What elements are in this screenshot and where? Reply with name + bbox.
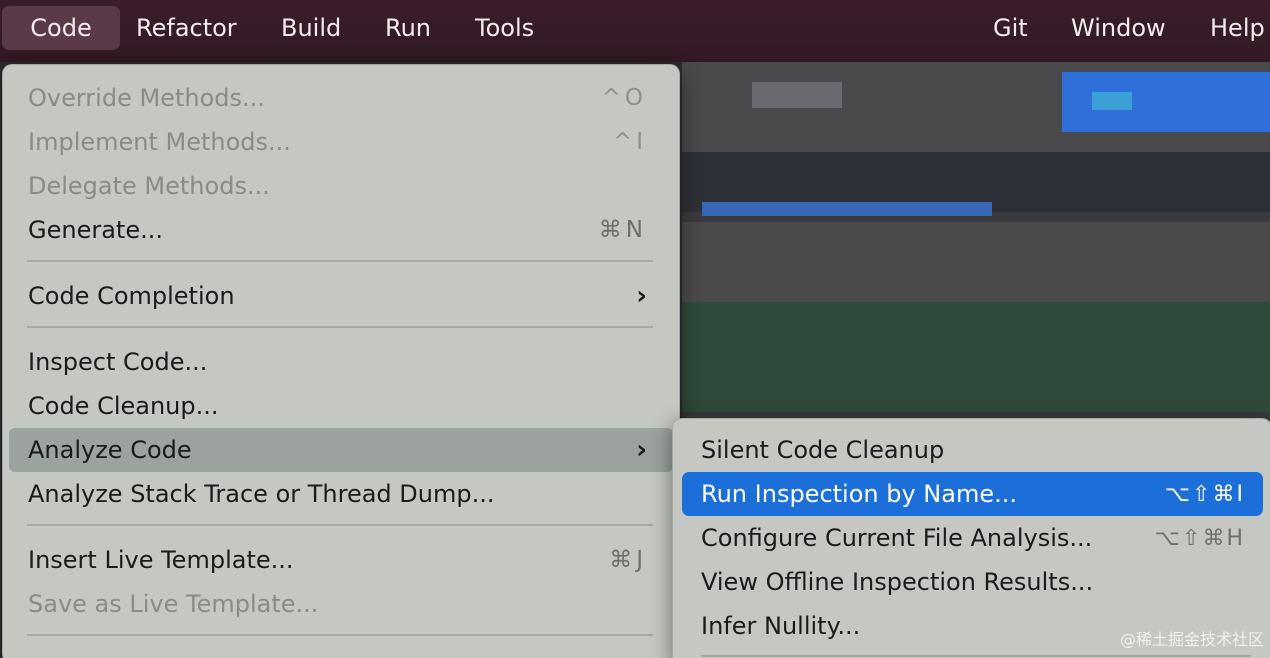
menu-item-inspect-code[interactable]: Inspect Code... (9, 340, 673, 384)
menu-tools[interactable]: Tools (461, 6, 548, 50)
menu-item-implement-methods[interactable]: Implement Methods... ^I (9, 120, 673, 164)
menu-build[interactable]: Build (267, 6, 355, 50)
menu-item-label: Implement Methods... (28, 128, 291, 156)
menu-code[interactable]: Code (2, 6, 120, 50)
submenu-item-label: Configure Current File Analysis... (701, 524, 1093, 552)
menu-refactor[interactable]: Refactor (122, 6, 251, 50)
menu-git[interactable]: Git (979, 6, 1042, 50)
chevron-right-icon: › (636, 435, 647, 465)
menu-item-label: Code Cleanup... (28, 392, 219, 420)
menu-item-override-methods[interactable]: Override Methods... ^O (9, 76, 673, 120)
menu-run[interactable]: Run (371, 6, 445, 50)
code-menu-dropdown: Override Methods... ^O Implement Methods… (2, 64, 680, 658)
submenu-item-run-inspection-by-name[interactable]: Run Inspection by Name... ⌥⇧⌘I (682, 472, 1263, 516)
menu-bar: Code Refactor Build Run Tools Git Window… (0, 0, 1270, 62)
menu-item-label: Inspect Code... (28, 348, 208, 376)
shortcut-label: ⌘N (598, 217, 647, 243)
submenu-item-label: Run Inspection by Name... (701, 480, 1017, 508)
shortcut-label: ^O (601, 85, 647, 111)
menu-item-code-completion[interactable]: Code Completion › (9, 274, 673, 318)
shortcut-label: ⌥⇧⌘H (1154, 525, 1245, 551)
watermark: @稀土掘金技术社区 (1119, 630, 1264, 649)
submenu-item-view-offline-inspection[interactable]: View Offline Inspection Results... (682, 560, 1263, 604)
shortcut-label: ⌘J (609, 547, 647, 573)
menu-item-label: Code Completion (28, 282, 235, 310)
menu-item-code-cleanup[interactable]: Code Cleanup... (9, 384, 673, 428)
menu-item-label: Override Methods... (28, 84, 265, 112)
menu-item-save-live-template[interactable]: Save as Live Template... (9, 582, 673, 626)
submenu-item-configure-file-analysis[interactable]: Configure Current File Analysis... ⌥⇧⌘H (682, 516, 1263, 560)
menu-separator (27, 260, 653, 262)
menu-separator (27, 524, 653, 526)
shortcut-label: ⌥⇧⌘I (1164, 481, 1245, 507)
submenu-item-silent-code-cleanup[interactable]: Silent Code Cleanup (682, 428, 1263, 472)
submenu-item-label: View Offline Inspection Results... (701, 568, 1094, 596)
menu-item-label: Save as Live Template... (28, 590, 319, 618)
shortcut-label: ^I (612, 129, 647, 155)
analyze-code-submenu: Silent Code Cleanup Run Inspection by Na… (672, 418, 1270, 658)
menu-item-delegate-methods[interactable]: Delegate Methods... (9, 164, 673, 208)
menu-item-insert-live-template[interactable]: Insert Live Template... ⌘J (9, 538, 673, 582)
menu-help[interactable]: Help (1196, 6, 1270, 50)
menu-item-label: Insert Live Template... (28, 546, 294, 574)
menu-item-label: Analyze Stack Trace or Thread Dump... (28, 480, 495, 508)
menu-item-analyze-code[interactable]: Analyze Code › (9, 428, 673, 472)
menu-item-label: Delegate Methods... (28, 172, 270, 200)
submenu-item-label: Silent Code Cleanup (701, 436, 945, 464)
menu-item-generate[interactable]: Generate... ⌘N (9, 208, 673, 252)
menu-separator (27, 634, 653, 636)
chevron-right-icon: › (636, 281, 647, 311)
menu-separator (701, 655, 1251, 657)
menu-separator (27, 326, 653, 328)
menu-item-label: Analyze Code (28, 436, 192, 464)
menu-window[interactable]: Window (1057, 6, 1180, 50)
menu-item-analyze-stack-trace[interactable]: Analyze Stack Trace or Thread Dump... (9, 472, 673, 516)
menu-item-label: Generate... (28, 216, 163, 244)
